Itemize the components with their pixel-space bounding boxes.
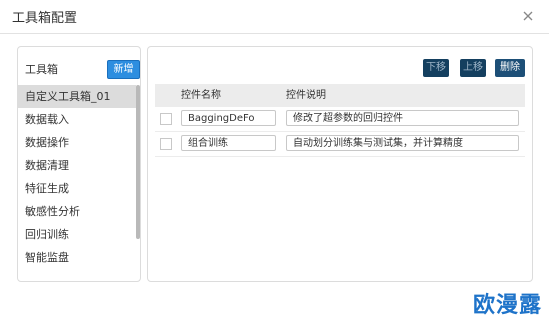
toolbox-panel: 工具箱 新增 自定义工具箱_01 数据载入 数据操作 数据清理 特征生成 敏感性… bbox=[17, 46, 141, 282]
toolbox-scrollbar[interactable] bbox=[136, 85, 140, 281]
control-desc-input[interactable]: 自动划分训练集与测试集，并计算精度 bbox=[286, 135, 519, 151]
move-down-button[interactable]: 下移 bbox=[423, 59, 449, 77]
controls-panel: 下移 上移 删除 控件名称 控件说明 BaggingDeFo 修改了超参数的回归… bbox=[147, 46, 533, 282]
move-up-button[interactable]: 上移 bbox=[460, 59, 486, 77]
toolbox-header: 工具箱 新增 bbox=[18, 47, 140, 81]
delete-button[interactable]: 删除 bbox=[495, 59, 525, 77]
watermark-text: 欧漫露 bbox=[473, 293, 543, 318]
toolbox-item-feature-generation[interactable]: 特征生成 bbox=[18, 177, 136, 200]
controls-table: 控件名称 控件说明 BaggingDeFo 修改了超参数的回归控件 组合训练 自… bbox=[155, 84, 525, 157]
column-header-desc: 控件说明 bbox=[286, 90, 326, 101]
row-checkbox[interactable] bbox=[160, 138, 172, 150]
column-header-name: 控件名称 bbox=[181, 90, 221, 101]
table-row: 组合训练 自动划分训练集与测试集，并计算精度 bbox=[155, 132, 525, 157]
toolbox-config-dialog: 工具箱配置 工具箱 新增 自定义工具箱_01 数据载入 数据操作 数据清理 特征… bbox=[0, 0, 549, 323]
scrollbar-thumb[interactable] bbox=[136, 85, 140, 239]
dialog-title: 工具箱配置 bbox=[12, 11, 78, 26]
row-checkbox[interactable] bbox=[160, 113, 172, 125]
control-name-input[interactable]: BaggingDeFo bbox=[181, 110, 276, 126]
toolbox-item-data-operation[interactable]: 数据操作 bbox=[18, 131, 136, 154]
toolbox-item-data-load[interactable]: 数据载入 bbox=[18, 108, 136, 131]
toolbox-item-data-cleaning[interactable]: 数据清理 bbox=[18, 154, 136, 177]
toolbox-item-smart-monitoring[interactable]: 智能监盘 bbox=[18, 246, 136, 269]
toolbox-item-sensitivity-analysis[interactable]: 敏感性分析 bbox=[18, 200, 136, 223]
table-header: 控件名称 控件说明 bbox=[155, 84, 525, 107]
toolbox-item-custom-01[interactable]: 自定义工具箱_01 bbox=[18, 85, 136, 108]
close-icon[interactable] bbox=[521, 9, 535, 23]
toolbox-item-regression-training[interactable]: 回归训练 bbox=[18, 223, 136, 246]
control-desc-input[interactable]: 修改了超参数的回归控件 bbox=[286, 110, 519, 126]
control-name-input[interactable]: 组合训练 bbox=[181, 135, 276, 151]
title-divider bbox=[0, 33, 549, 34]
table-row: BaggingDeFo 修改了超参数的回归控件 bbox=[155, 107, 525, 132]
toolbox-list: 自定义工具箱_01 数据载入 数据操作 数据清理 特征生成 敏感性分析 回归训练… bbox=[18, 85, 136, 269]
new-toolbox-button[interactable]: 新增 bbox=[107, 60, 140, 79]
toolbox-title: 工具箱 bbox=[25, 63, 58, 76]
